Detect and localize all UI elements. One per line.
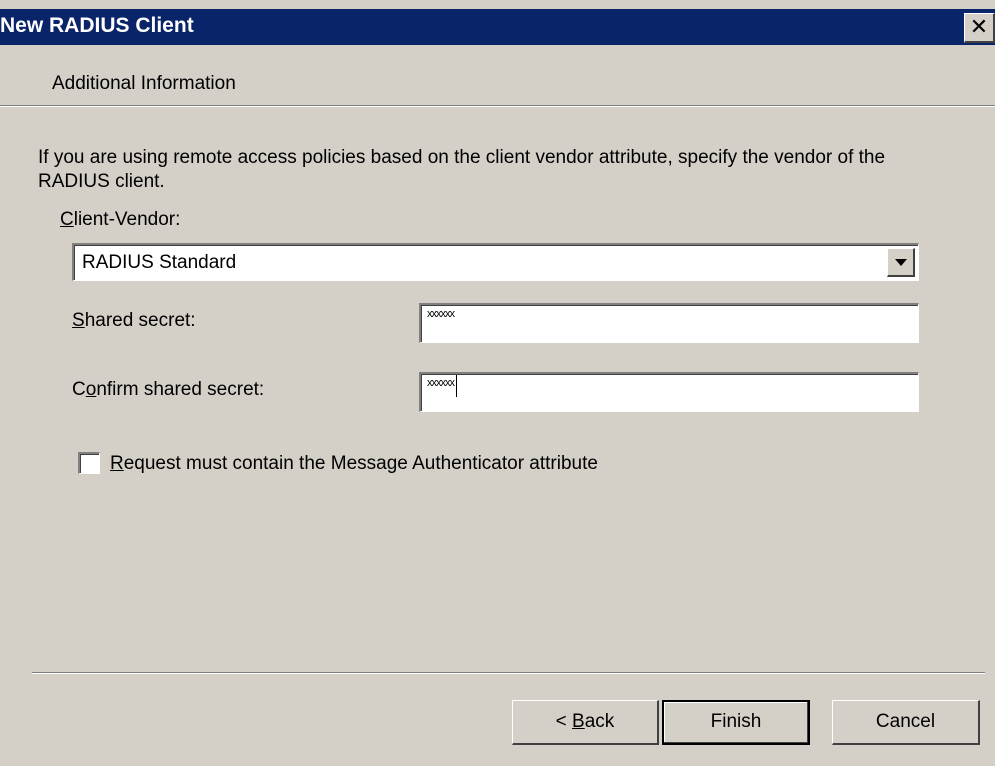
text-caret xyxy=(456,375,457,397)
description-text: If you are using remote access policies … xyxy=(38,147,886,192)
shared-secret-label: Shared secret: xyxy=(72,310,196,331)
close-button[interactable]: ✕ xyxy=(964,13,995,43)
close-icon: ✕ xyxy=(969,14,989,39)
client-vendor-label: Client-Vendor: xyxy=(60,209,181,230)
client-vendor-dropdown[interactable]: RADIUS Standard xyxy=(72,243,919,281)
window-title: New RADIUS Client xyxy=(0,14,194,37)
title-bar[interactable]: New RADIUS Client ✕ xyxy=(0,9,995,45)
message-authenticator-label[interactable]: Request must contain the Message Authent… xyxy=(110,453,598,475)
back-button[interactable]: < Back xyxy=(512,700,659,745)
client-vendor-value: RADIUS Standard xyxy=(82,252,237,273)
chevron-down-icon[interactable] xyxy=(887,248,915,277)
new-radius-client-dialog: New RADIUS Client ✕ Additional Informati… xyxy=(0,0,995,766)
confirm-secret-label: Confirm shared secret: xyxy=(72,379,265,400)
footer-separator xyxy=(32,672,985,674)
shared-secret-input[interactable]: xxxxxx xyxy=(419,303,919,343)
confirm-secret-input[interactable]: xxxxxx xyxy=(419,372,919,412)
finish-button[interactable]: Finish xyxy=(662,700,810,745)
header-separator xyxy=(0,105,995,107)
shared-secret-value: xxxxxx xyxy=(427,308,455,320)
page-header: Additional Information xyxy=(52,73,236,94)
confirm-secret-value: xxxxxx xyxy=(427,375,457,397)
cancel-button[interactable]: Cancel xyxy=(832,700,980,745)
message-authenticator-checkbox[interactable] xyxy=(78,452,100,474)
